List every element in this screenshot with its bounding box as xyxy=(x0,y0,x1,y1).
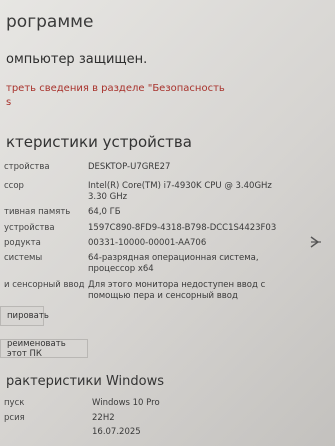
processor-value: Intel(R) Core(TM) i7-4930K CPU @ 3.40GHz… xyxy=(88,181,272,203)
system-type-value: 64-разрядная операционная система, проце… xyxy=(88,253,259,275)
processor-label: ссор xyxy=(4,181,24,191)
version-label: рсия xyxy=(4,413,25,423)
security-settings-link[interactable]: треть сведения в разделе "Безопасность s xyxy=(6,82,225,110)
device-name-label: стройства xyxy=(4,162,50,172)
product-id-value: 00331-10000-00001-AA706 xyxy=(88,238,207,248)
install-date-value: 16.07.2025 xyxy=(92,427,141,437)
device-id-value: 1597C890-8FD9-4318-B798-DCC1S4423F03 xyxy=(88,223,277,233)
edition-label: пуск xyxy=(4,398,25,408)
pen-touch-line-2: помощью пера и сенсорный ввод xyxy=(88,291,238,301)
system-type-line-2: процессор x64 xyxy=(88,264,154,274)
copy-button[interactable]: пировать xyxy=(0,306,49,326)
page-heading: рограмме xyxy=(6,12,94,32)
resize-cursor-icon xyxy=(310,236,321,248)
security-link-line-2[interactable]: s xyxy=(6,96,225,110)
product-id-label: родукта xyxy=(4,238,41,248)
processor-value-line-1: Intel(R) Core(TM) i7-4930K CPU @ 3.40GHz xyxy=(88,181,272,191)
windows-specs-title: рактеристики Windows xyxy=(6,374,164,389)
pen-touch-label: и сенсорный ввод xyxy=(4,280,85,290)
device-id-label: устройства xyxy=(4,223,55,233)
pen-touch-line-1: Для этого монитора недоступен ввод с xyxy=(88,280,266,290)
device-name-value: DESKTOP-U7GRE27 xyxy=(88,162,171,172)
edition-value: Windows 10 Pro xyxy=(92,398,160,408)
rename-pc-button[interactable]: реименовать этот ПК xyxy=(0,339,88,359)
system-type-line-1: 64-разрядная операционная система, xyxy=(88,253,259,263)
system-type-label: системы xyxy=(4,253,43,263)
processor-value-line-2: 3.30 GHz xyxy=(88,192,128,202)
device-specs-title: ктеристики устройства xyxy=(6,133,192,151)
pen-touch-value: Для этого монитора недоступен ввод с пом… xyxy=(88,280,265,302)
version-value: 22H2 xyxy=(92,413,115,423)
security-link-line-1[interactable]: треть сведения в разделе "Безопасность xyxy=(6,82,225,96)
ram-label: тивная память xyxy=(4,207,71,217)
protection-status: омпьютер защищен. xyxy=(6,52,148,67)
ram-value: 64,0 ГБ xyxy=(88,207,121,217)
